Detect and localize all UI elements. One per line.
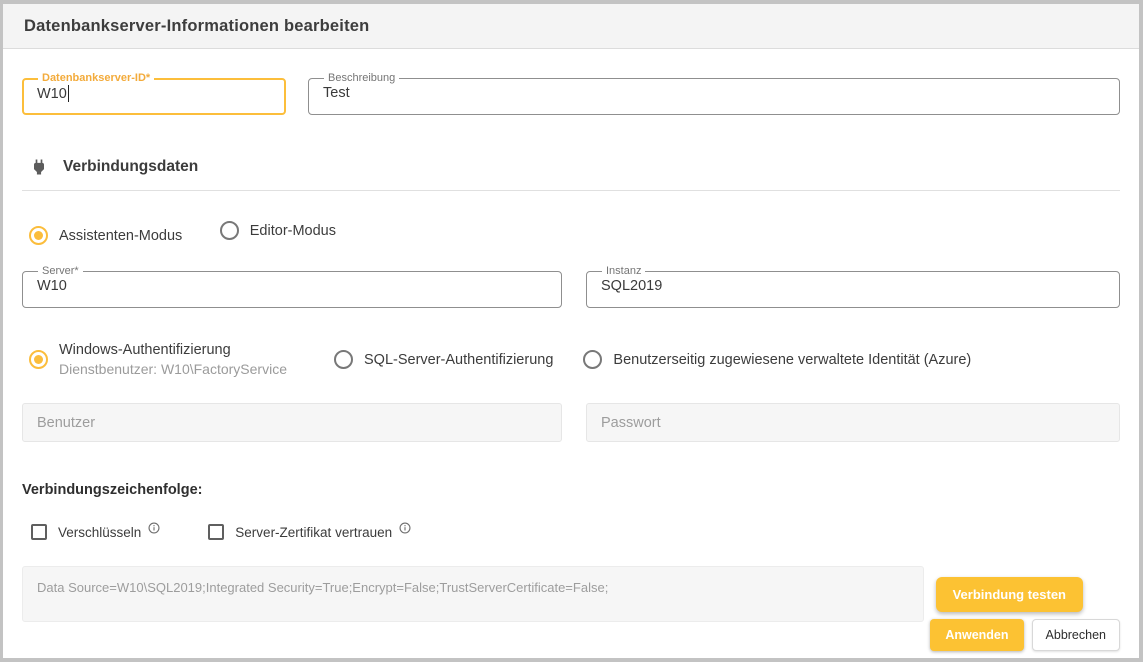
description-field[interactable]: Beschreibung Test (308, 73, 1120, 115)
instance-label: Instanz (602, 266, 645, 277)
instance-field[interactable]: Instanz SQL2019 (586, 266, 1120, 308)
windows-auth-text: Windows-Authentifizierung Dienstbenutzer… (59, 342, 287, 377)
connection-string-row: Data Source=W10\SQL2019;Integrated Secur… (22, 566, 1120, 622)
encrypt-checkbox-label: Verschlüsseln (58, 525, 141, 540)
connection-section-title: Verbindungsdaten (63, 158, 198, 176)
encrypt-info-icon[interactable] (148, 522, 160, 534)
radio-editor-mode-label: Editor-Modus (250, 223, 336, 239)
radio-azure-identity-label: Benutzerseitig zugewiesene verwaltete Id… (613, 352, 971, 368)
password-input: Passwort (586, 403, 1120, 442)
radio-dot (334, 350, 353, 369)
radio-assistant-mode[interactable]: Assistenten-Modus (29, 226, 182, 245)
checkbox-box (31, 524, 47, 540)
encrypt-option: Verschlüsseln (31, 524, 160, 540)
connection-string-value: Data Source=W10\SQL2019;Integrated Secur… (22, 566, 924, 622)
server-id-field[interactable]: Datenbankserver-ID* W10 (22, 73, 286, 115)
connection-string-options: Verschlüsseln Server-Zertifikat vertraue… (22, 524, 1120, 540)
connection-string-heading: Verbindungszeichenfolge: (22, 482, 1120, 498)
server-id-label: Datenbankserver-ID* (38, 73, 154, 84)
auth-radio-group: Windows-Authentifizierung Dienstbenutzer… (22, 342, 1120, 377)
trust-certificate-checkbox-label: Server-Zertifikat vertrauen (235, 525, 392, 540)
apply-button[interactable]: Anwenden (930, 619, 1023, 651)
radio-azure-identity[interactable]: Benutzerseitig zugewiesene verwaltete Id… (583, 350, 971, 369)
server-row: Server* W10 Instanz SQL2019 (22, 266, 1120, 308)
radio-sql-auth[interactable]: SQL-Server-Authentifizierung (334, 350, 553, 369)
edit-database-server-dialog: Datenbankserver-Informationen bearbeiten… (0, 0, 1143, 662)
trust-certificate-checkbox[interactable]: Server-Zertifikat vertrauen (208, 524, 392, 540)
server-label: Server* (38, 266, 83, 277)
dialog-footer: Anwenden Abbrechen (930, 619, 1120, 651)
radio-dot (583, 350, 602, 369)
trust-certificate-info-icon[interactable] (399, 522, 411, 534)
connection-section-header: Verbindungsdaten (22, 157, 1120, 177)
radio-dot (29, 226, 48, 245)
service-user-subtext: Dienstbenutzer: W10\FactoryService (59, 361, 287, 377)
dialog-content: Datenbankserver-ID* W10 Beschreibung Tes… (3, 49, 1139, 622)
server-value: W10 (37, 278, 67, 294)
identity-row: Datenbankserver-ID* W10 Beschreibung Tes… (22, 73, 1120, 115)
credentials-row: Benutzer Passwort (22, 403, 1120, 442)
description-value: Test (323, 85, 350, 101)
radio-dot (220, 221, 239, 240)
cancel-button[interactable]: Abbrechen (1032, 619, 1120, 651)
server-id-value: W10 (37, 86, 67, 102)
section-divider (22, 190, 1120, 191)
text-cursor (68, 85, 69, 102)
description-label: Beschreibung (324, 73, 399, 84)
radio-windows-auth[interactable]: Windows-Authentifizierung Dienstbenutzer… (29, 342, 324, 377)
dialog-titlebar: Datenbankserver-Informationen bearbeiten (3, 4, 1139, 49)
dialog-title: Datenbankserver-Informationen bearbeiten (24, 17, 369, 36)
instance-value: SQL2019 (601, 278, 662, 294)
encrypt-checkbox[interactable]: Verschlüsseln (31, 524, 141, 540)
checkbox-box (208, 524, 224, 540)
plug-icon (29, 157, 49, 177)
test-connection-button[interactable]: Verbindung testen (936, 577, 1083, 612)
radio-sql-auth-label: SQL-Server-Authentifizierung (364, 352, 553, 368)
radio-dot (29, 350, 48, 369)
radio-windows-auth-label: Windows-Authentifizierung (59, 342, 287, 358)
mode-radio-group: Assistenten-Modus Editor-Modus (22, 221, 1120, 245)
user-input: Benutzer (22, 403, 562, 442)
radio-editor-mode[interactable]: Editor-Modus (220, 221, 336, 240)
server-field[interactable]: Server* W10 (22, 266, 562, 308)
trust-certificate-option: Server-Zertifikat vertrauen (208, 524, 411, 540)
radio-assistant-mode-label: Assistenten-Modus (59, 228, 182, 244)
